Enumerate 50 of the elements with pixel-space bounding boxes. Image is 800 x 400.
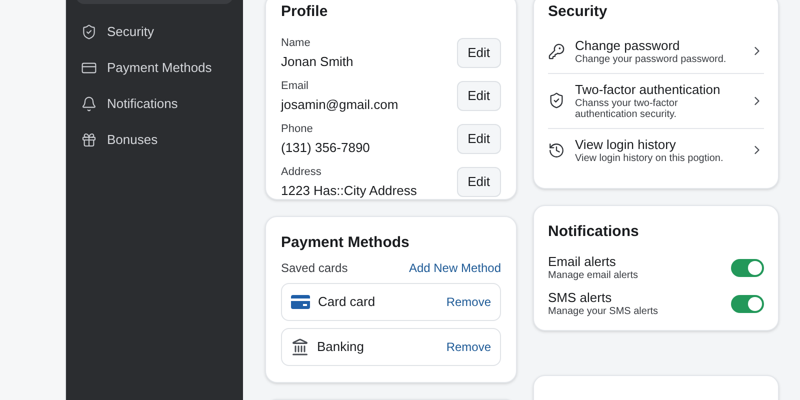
remove-link[interactable]: Remove — [446, 292, 491, 310]
item-title: Two-factor authentication — [575, 82, 722, 98]
bank-icon — [291, 338, 309, 356]
shield-icon — [81, 24, 97, 40]
toggle-switch[interactable] — [731, 258, 764, 276]
security-item[interactable]: View login history View login history on this pogtion. — [548, 128, 764, 172]
gift-icon — [81, 132, 97, 148]
field-label: Phone — [281, 122, 314, 137]
sidebar-item[interactable]: Security — [76, 14, 233, 50]
item-description: Change your password password. — [575, 54, 728, 64]
shield-icon — [548, 92, 565, 109]
field-label: Email — [281, 79, 310, 94]
edit-button[interactable]: Edit — [456, 124, 501, 154]
field-value: Jonan Smith — [281, 52, 354, 70]
remove-link[interactable]: Remove — [446, 338, 491, 356]
alert-description: Manage email alerts — [548, 270, 638, 282]
card-icon — [291, 294, 310, 308]
item-description: Chanss your two-factor authentication security. — [575, 98, 679, 120]
card-title: Payment Methods — [281, 233, 410, 253]
subtitle: Saved cards — [281, 260, 348, 276]
security-item[interactable]: Change password Change your password password. — [548, 30, 764, 72]
alert-description: Manage your SMS alerts — [548, 306, 658, 318]
field-value: (131) 356-7890 — [281, 138, 370, 157]
sidebar-item[interactable]: Bonuses — [76, 122, 233, 158]
sidebar-item[interactable]: Payment Methods — [76, 50, 233, 86]
method-label: Banking — [317, 338, 365, 356]
item-title: View login history — [575, 136, 677, 152]
add-method-link[interactable]: Add New Method — [408, 258, 501, 276]
edit-button[interactable]: Edit — [456, 81, 501, 111]
toggle-switch[interactable] — [731, 294, 764, 312]
method-label: Card card — [318, 292, 376, 311]
edit-button[interactable]: Edit — [456, 167, 501, 197]
sidebar-item[interactable]: Notifications — [76, 86, 233, 122]
field-label: Name — [281, 36, 312, 51]
field-label: Address — [281, 165, 322, 180]
card-title: Profile — [281, 2, 329, 22]
history-icon — [548, 142, 565, 158]
item-description: View login history on this pogtion. — [575, 152, 724, 164]
card-icon — [81, 60, 97, 76]
card-title: Notifications — [548, 222, 640, 242]
security-item[interactable]: Two-factor authentication Chanss your two-factor authentication security. — [548, 72, 764, 128]
item-title: Change password — [575, 38, 681, 54]
field-value: josamin@gmail.com — [281, 96, 398, 114]
card-title: Security — [548, 2, 608, 22]
field-value: 1223 Has::City Address — [281, 182, 417, 200]
alert-title: Email alerts — [548, 254, 617, 270]
key-icon — [548, 42, 565, 60]
bell-icon — [81, 96, 97, 112]
edit-button[interactable]: Edit — [456, 38, 501, 68]
alert-title: SMS alerts — [548, 290, 613, 306]
